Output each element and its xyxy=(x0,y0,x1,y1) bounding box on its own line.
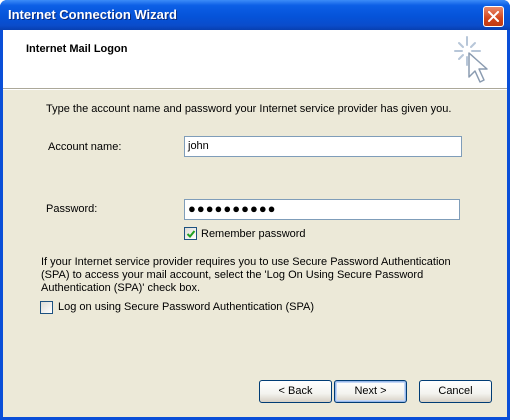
checkmark-icon xyxy=(186,230,196,238)
header-divider xyxy=(3,89,507,90)
remember-password-checkbox[interactable] xyxy=(184,227,197,240)
spa-checkbox[interactable] xyxy=(40,301,53,314)
account-name-label: Account name: xyxy=(48,141,122,153)
close-icon xyxy=(488,11,499,22)
password-label: Password: xyxy=(46,203,98,215)
spa-checkbox-label[interactable]: Log on using Secure Password Authenticat… xyxy=(58,301,314,313)
password-input[interactable]: ●●●●●●●●●● xyxy=(184,199,460,220)
account-name-value: john xyxy=(188,140,209,152)
cancel-button[interactable]: Cancel xyxy=(419,380,492,403)
wizard-wand-cursor-icon xyxy=(454,36,488,83)
wizard-window: Internet Connection Wizard Internet Mail… xyxy=(0,0,510,420)
title-bar[interactable]: Internet Connection Wizard xyxy=(0,0,510,30)
next-button[interactable]: Next > xyxy=(334,380,407,403)
remember-password-label[interactable]: Remember password xyxy=(201,228,306,240)
window-title: Internet Connection Wizard xyxy=(8,7,177,22)
close-button[interactable] xyxy=(483,6,504,27)
spa-description-line: If your Internet service provider requir… xyxy=(41,256,451,268)
spa-description-line: Authentication (SPA)' check box. xyxy=(41,282,201,294)
back-button[interactable]: < Back xyxy=(259,380,332,403)
instruction-text: Type the account name and password your … xyxy=(46,103,452,115)
wizard-header: Internet Mail Logon xyxy=(3,30,507,89)
account-name-input[interactable]: john xyxy=(184,136,462,157)
password-masked-value: ●●●●●●●●●● xyxy=(188,201,277,216)
page-title: Internet Mail Logon xyxy=(26,43,128,55)
spa-description: If your Internet service provider requir… xyxy=(41,256,461,295)
dialog-client-area: Internet Mail Logon Type the account nam… xyxy=(3,30,507,417)
spa-description-line: (SPA) to access your mail account, selec… xyxy=(41,269,424,281)
